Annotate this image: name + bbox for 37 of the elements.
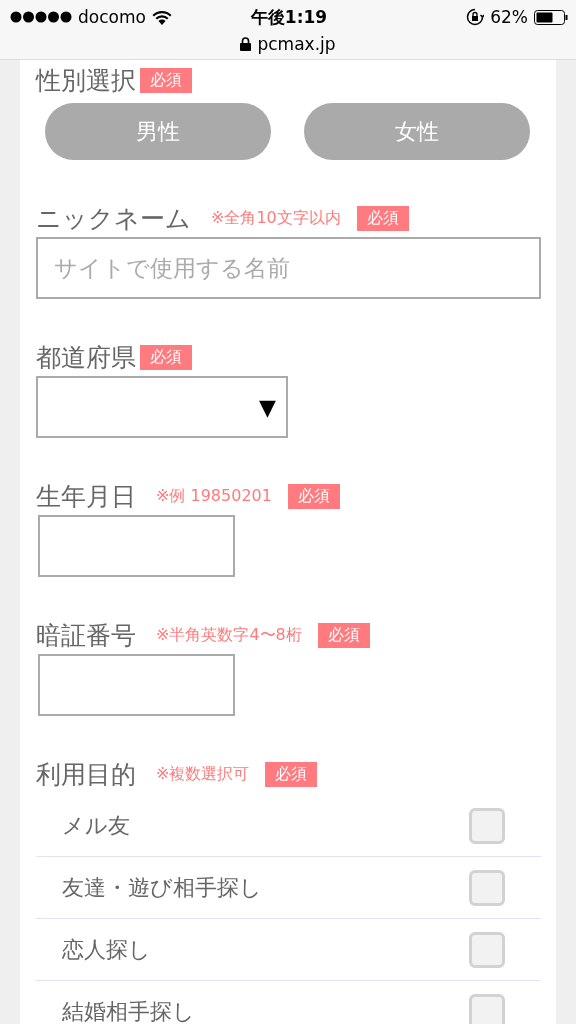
- input-field[interactable]: [38, 654, 235, 716]
- rotation-lock-icon: [466, 8, 485, 26]
- signal-icon: [10, 11, 72, 23]
- required-badge: 必須: [356, 206, 409, 231]
- field-hint: ※全角10文字以内: [211, 208, 341, 229]
- required-badge: 必須: [140, 68, 192, 93]
- checkbox[interactable]: [469, 931, 505, 968]
- carrier-name: docomo: [78, 7, 146, 27]
- required-badge: 必須: [265, 762, 318, 787]
- field-label: 生年月日: [36, 481, 136, 513]
- status-time: 午後1:19: [250, 5, 328, 29]
- purpose-option[interactable]: 結婚相手探し: [62, 996, 195, 1024]
- lock-icon: [240, 37, 252, 51]
- prefecture-dropdown[interactable]: ▼: [36, 376, 288, 438]
- checkbox[interactable]: [469, 993, 505, 1024]
- checkbox[interactable]: [469, 869, 505, 906]
- field-hint: ※半角英数字4〜8桁: [156, 625, 302, 646]
- field-hint: ※複数選択可: [156, 764, 250, 785]
- required-badge: 必須: [317, 623, 370, 648]
- field-label: ニックネーム: [36, 203, 191, 235]
- checkbox[interactable]: [469, 807, 505, 844]
- purpose-option[interactable]: 恋人探し: [62, 934, 151, 965]
- required-badge: 必須: [287, 484, 340, 509]
- nickname-field[interactable]: サイトで使用する名前: [36, 237, 541, 299]
- field-hint: ※例 19850201: [156, 486, 272, 507]
- field-label: 性別選択: [36, 65, 136, 97]
- required-badge: 必須: [140, 345, 192, 370]
- battery-icon: [534, 9, 568, 25]
- battery-percent: 62%: [490, 7, 528, 27]
- purpose-option[interactable]: メル友: [62, 810, 130, 841]
- purpose-option[interactable]: 友達・遊び相手探し: [62, 872, 262, 903]
- field-label: 利用目的: [36, 759, 136, 791]
- page-url: pcmax.jp: [257, 34, 336, 54]
- input-field[interactable]: [38, 515, 235, 577]
- field-label: 都道府県: [36, 342, 136, 374]
- field-label: 暗証番号: [36, 620, 136, 652]
- wifi-icon: [151, 9, 172, 25]
